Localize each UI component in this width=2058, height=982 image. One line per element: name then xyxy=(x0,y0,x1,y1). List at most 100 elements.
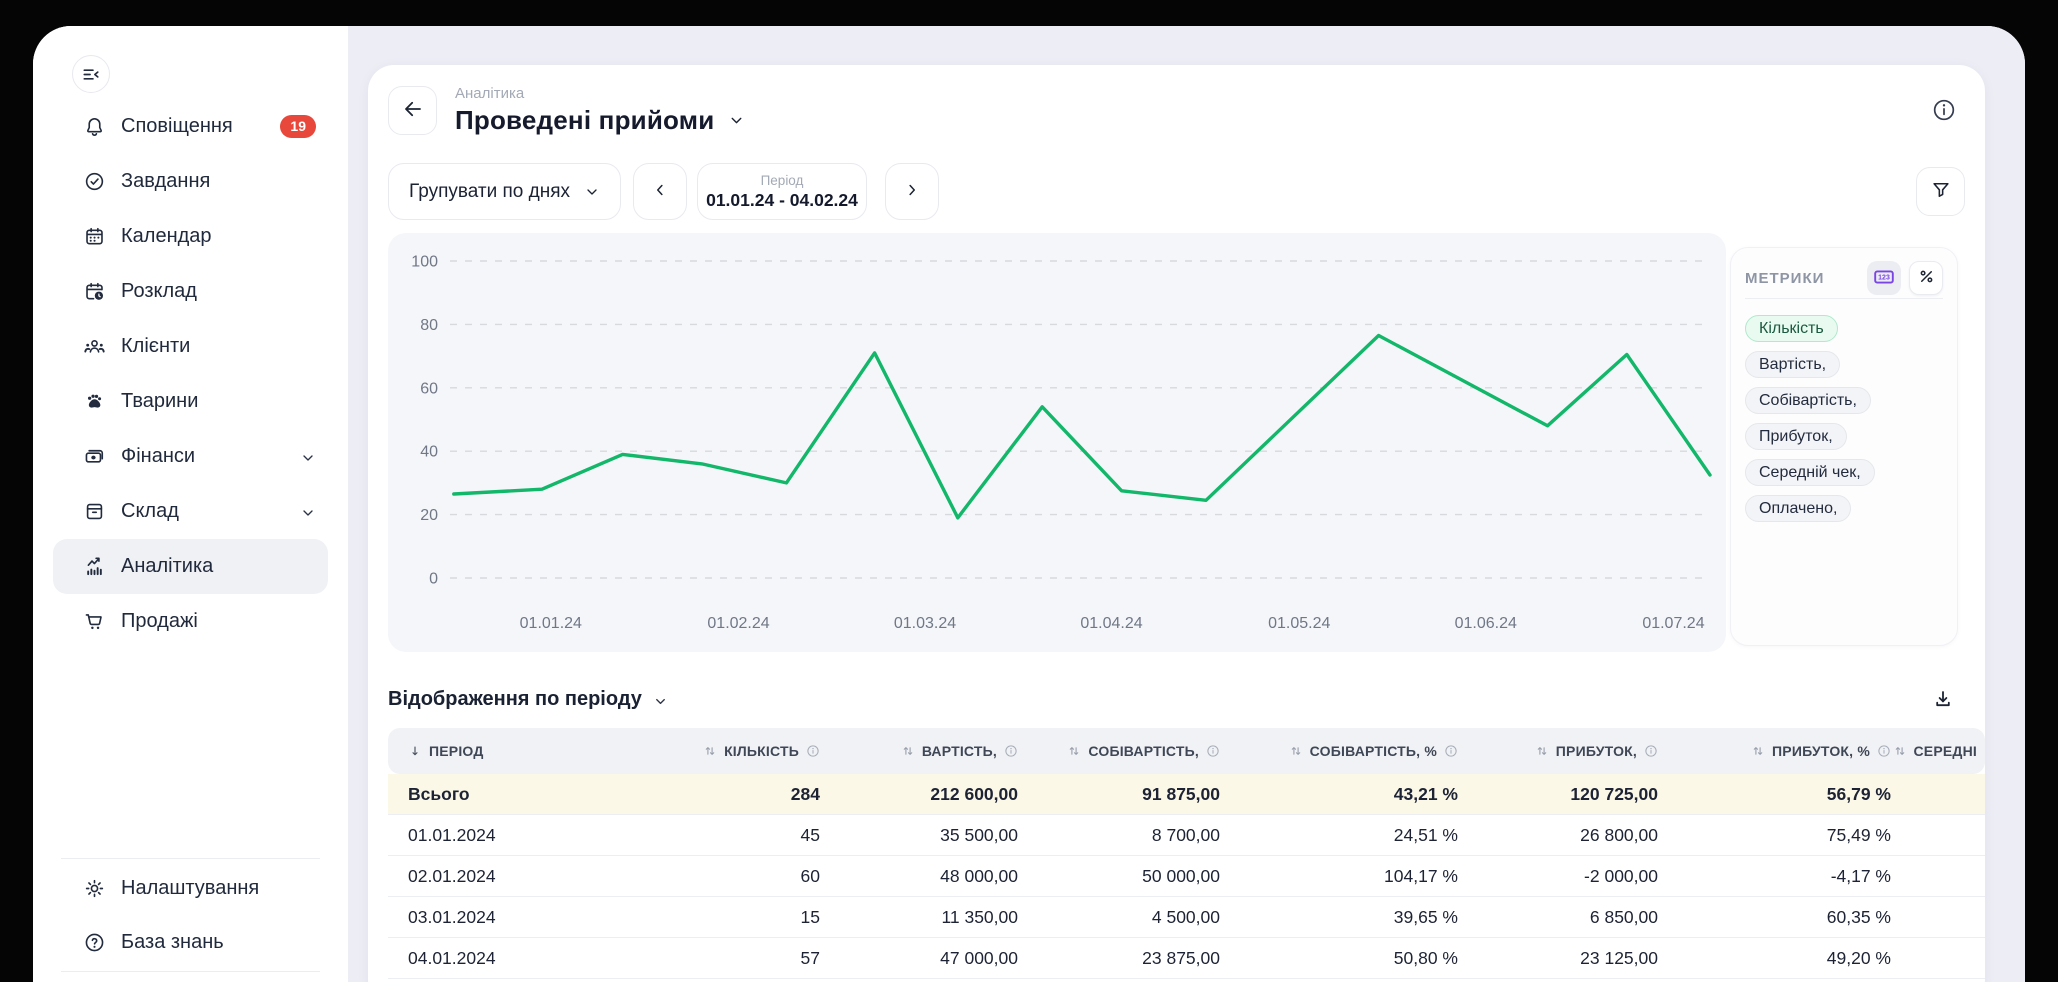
bar-chart-icon xyxy=(83,555,106,578)
sort-both-icon xyxy=(1893,744,1907,758)
cell-value: 48 000,00 xyxy=(828,866,1026,887)
table-row[interactable]: 01.01.20244535 500,008 700,0024,51 %26 8… xyxy=(388,815,1985,856)
sidebar-item-stock[interactable]: Склад xyxy=(53,484,328,539)
display-mode-dropdown[interactable]: Відображення по періоду xyxy=(388,688,668,711)
sidebar-item-notifications[interactable]: Сповіщення19 xyxy=(53,99,328,154)
metric-chip-прибуток-[interactable]: Прибуток, xyxy=(1745,423,1847,450)
cell-value: 60 xyxy=(628,866,828,887)
column-header-label: ПРИБУТОК, xyxy=(1556,743,1637,759)
table-section-header: Відображення по періоду xyxy=(388,683,1965,715)
sidebar-divider xyxy=(61,858,320,859)
y-axis-tick: 80 xyxy=(420,317,438,334)
table-total-row[interactable]: Всього284212 600,0091 875,0043,21 %120 7… xyxy=(388,774,1985,815)
metrics-panel: МЕТРИКИ 123 xyxy=(1730,247,1958,646)
sidebar-divider xyxy=(61,971,320,972)
info-circle-icon xyxy=(1004,744,1018,758)
sidebar-collapse-button[interactable] xyxy=(72,55,110,93)
info-icon[interactable] xyxy=(1931,97,1957,123)
column-header-прибуток-[interactable]: ПРИБУТОК, % xyxy=(1666,743,1899,759)
sidebar-item-schedule[interactable]: Розклад xyxy=(53,264,328,319)
column-header-собівартість-[interactable]: СОБІВАРТІСТЬ, % xyxy=(1228,743,1466,759)
period-picker[interactable]: Період 01.01.24 - 04.02.24 xyxy=(697,163,867,220)
sidebar-item-animals[interactable]: Тварини xyxy=(53,374,328,429)
column-header-прибуток-[interactable]: ПРИБУТОК, xyxy=(1466,743,1666,759)
metrics-title: МЕТРИКИ xyxy=(1745,270,1824,287)
page-header: Аналітика Проведені прийоми xyxy=(388,85,1965,135)
period-label: Період xyxy=(761,173,804,188)
cell-value: 15 xyxy=(628,907,828,928)
column-header-собівартість-[interactable]: СОБІВАРТІСТЬ, xyxy=(1026,743,1228,759)
y-axis-tick: 0 xyxy=(429,571,438,588)
column-header-label: СОБІВАРТІСТЬ, % xyxy=(1310,743,1437,759)
column-header-label: СЕРЕДНІ xyxy=(1914,743,1978,759)
cell-value: 50,80 % xyxy=(1228,948,1466,969)
next-period-button[interactable] xyxy=(885,163,939,220)
info-circle-icon xyxy=(1877,744,1891,758)
cell-value: 49,20 % xyxy=(1666,948,1899,969)
info-circle-icon xyxy=(1444,744,1458,758)
analytics-card: Аналітика Проведені прийоми Г xyxy=(368,65,1985,982)
column-header-label: СОБІВАРТІСТЬ, xyxy=(1088,743,1199,759)
sidebar-item-label: Налаштування xyxy=(121,877,259,900)
cell-value: 47 000,00 xyxy=(828,948,1026,969)
sidebar-footer: Налаштування База знань xyxy=(53,858,328,972)
group-by-dropdown[interactable]: Групувати по днях xyxy=(388,163,621,220)
cell-value: 75,49 % xyxy=(1666,825,1899,846)
filter-button[interactable] xyxy=(1916,167,1965,216)
cell-value: 11 350,00 xyxy=(828,907,1026,928)
back-button[interactable] xyxy=(388,86,437,135)
calendar-clock-icon xyxy=(83,280,106,303)
numbers-123-icon: 123 xyxy=(1872,265,1896,292)
table-row[interactable]: 04.01.20245747 000,0023 875,0050,80 %23 … xyxy=(388,938,1985,979)
sidebar-item-knowledge-base[interactable]: База знань xyxy=(53,917,328,967)
sidebar-item-label: Завдання xyxy=(121,170,210,193)
sidebar-item-label: Склад xyxy=(121,500,179,523)
main-area: Аналітика Проведені прийоми Г xyxy=(348,26,2025,982)
column-header-вартість-[interactable]: ВАРТІСТЬ, xyxy=(828,743,1026,759)
metric-chip-оплачено-[interactable]: Оплачено, xyxy=(1745,495,1851,522)
metric-chip-кількість[interactable]: Кількість xyxy=(1745,315,1838,342)
sidebar-item-finance[interactable]: Фінанси xyxy=(53,429,328,484)
metric-chip-середній-чек-[interactable]: Середній чек, xyxy=(1745,459,1875,486)
cell-value: 23 125,00 xyxy=(1466,948,1666,969)
gear-icon xyxy=(83,877,106,900)
y-axis-tick: 20 xyxy=(420,507,438,524)
sidebar-item-label: Аналітика xyxy=(121,555,213,578)
sidebar-item-tasks[interactable]: Завдання xyxy=(53,154,328,209)
sidebar-item-label: Продажі xyxy=(121,610,198,633)
cell-value: 45 xyxy=(628,825,828,846)
cell-period: 02.01.2024 xyxy=(388,866,628,887)
chevron-down-icon xyxy=(584,184,600,200)
column-header-кількість[interactable]: КІЛЬКІСТЬ xyxy=(628,743,828,759)
cell-value: 120 725,00 xyxy=(1466,784,1666,805)
cell-value: 104,17 % xyxy=(1228,866,1466,887)
sidebar-item-settings[interactable]: Налаштування xyxy=(53,863,328,913)
chart-section: 10080604020001.01.2401.02.2401.03.2401.0… xyxy=(388,233,1965,652)
line-chart-panel: 10080604020001.01.2401.02.2401.03.2401.0… xyxy=(388,233,1726,652)
metric-chip-собівартість-[interactable]: Собівартість, xyxy=(1745,387,1871,414)
toolbar: Групувати по днях Період 01.01.24 - 04.0… xyxy=(388,163,1965,220)
attendance-line-chart: 10080604020001.01.2401.02.2401.03.2401.0… xyxy=(388,233,1726,652)
metric-chip-вартість-[interactable]: Вартість, xyxy=(1745,351,1840,378)
previous-period-button[interactable] xyxy=(633,163,687,220)
task-check-icon xyxy=(83,170,106,193)
sort-both-icon xyxy=(1751,744,1765,758)
sidebar-item-analytics[interactable]: Аналітика xyxy=(53,539,328,594)
title-block: Аналітика Проведені прийоми xyxy=(455,85,745,136)
column-header-середні[interactable]: СЕРЕДНІ xyxy=(1899,743,1985,759)
table-row[interactable]: 03.01.20241511 350,004 500,0039,65 %6 85… xyxy=(388,897,1985,938)
report-switcher[interactable]: Проведені прийоми xyxy=(455,105,745,136)
cart-icon xyxy=(83,610,106,633)
sidebar-item-sales[interactable]: Продажі xyxy=(53,594,328,649)
cell-value: 23 875,00 xyxy=(1026,948,1228,969)
sidebar-item-calendar[interactable]: Календар xyxy=(53,209,328,264)
info-circle-icon xyxy=(806,744,820,758)
chevron-down-icon xyxy=(728,112,745,129)
percent-mode-button[interactable] xyxy=(1909,261,1943,295)
cell-value: 39,65 % xyxy=(1228,907,1466,928)
download-button[interactable] xyxy=(1931,687,1955,711)
column-header-період[interactable]: ПЕРІОД xyxy=(388,743,628,759)
table-row[interactable]: 02.01.20246048 000,0050 000,00104,17 %-2… xyxy=(388,856,1985,897)
sidebar-item-clients[interactable]: Клієнти xyxy=(53,319,328,374)
numeric-mode-button[interactable]: 123 xyxy=(1867,261,1901,295)
